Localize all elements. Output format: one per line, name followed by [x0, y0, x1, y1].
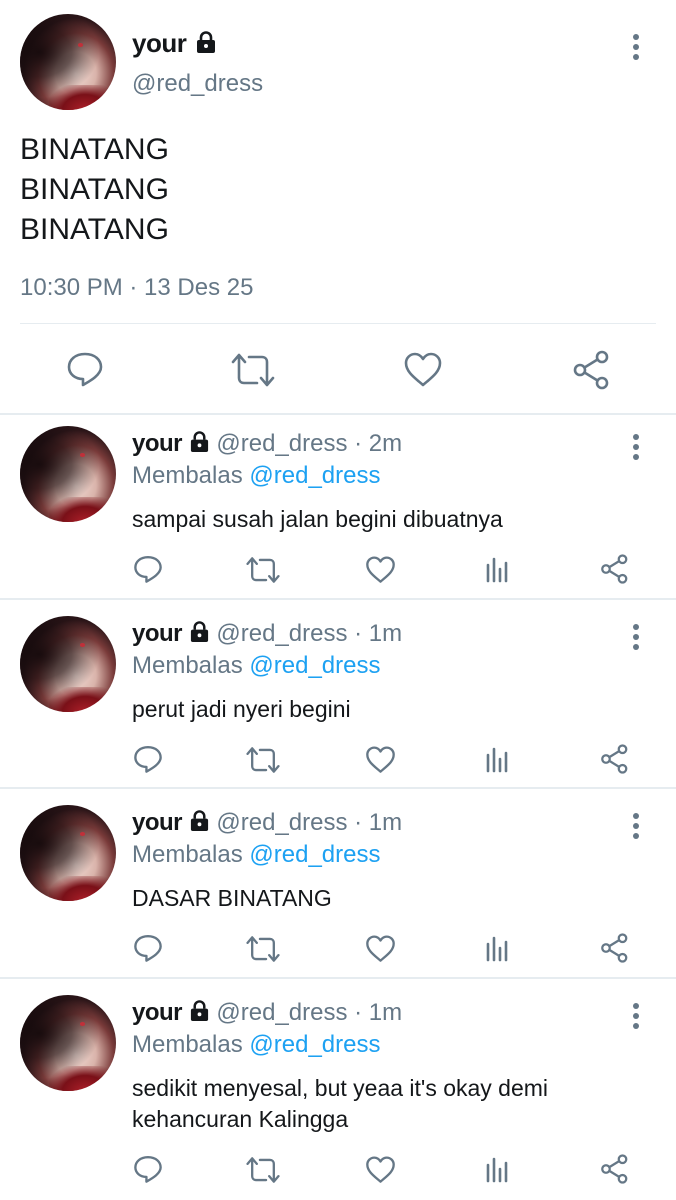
share-icon[interactable] [600, 554, 630, 584]
replying-label: Membalas [132, 841, 243, 868]
reply-text: sedikit menyesal, but yeaa it's okay dem… [132, 1075, 549, 1132]
tweet-body: BINATANG BINATANG BINATANG [20, 130, 169, 250]
divider [20, 323, 656, 324]
replying-to: Membalas @red_dress [132, 1031, 380, 1059]
retweet-icon[interactable] [246, 935, 280, 963]
mention-link[interactable]: @red_dress [249, 652, 380, 679]
display-name-text: your [132, 430, 183, 457]
display-name-text: your [132, 28, 187, 58]
reply-icon[interactable] [133, 554, 163, 584]
display-name-text: your [132, 620, 183, 647]
more-options-icon[interactable] [626, 811, 646, 841]
tweet-timestamp[interactable]: 10:30 PM · 13 Des 25 [20, 274, 253, 302]
divider [0, 413, 676, 415]
tweet-line: BINATANG [20, 173, 169, 206]
mention-link[interactable]: @red_dress [249, 1031, 380, 1058]
lock-icon [189, 1000, 210, 1022]
analytics-icon[interactable] [484, 555, 512, 583]
analytics-icon[interactable] [484, 1155, 512, 1183]
more-options-icon[interactable] [626, 622, 646, 652]
avatar[interactable] [20, 426, 116, 522]
separator: · [347, 999, 369, 1026]
like-icon[interactable] [365, 935, 396, 963]
like-icon[interactable] [365, 1156, 396, 1184]
avatar[interactable] [20, 805, 116, 901]
reply-text: DASAR BINATANG [132, 885, 332, 911]
mention-link[interactable]: @red_dress [249, 462, 380, 489]
more-options-icon[interactable] [626, 1001, 646, 1031]
handle: @red_dress [216, 430, 348, 457]
reply-tweet[interactable]: your @red_dress · 2m Membalas @red_dress… [0, 416, 676, 604]
display-name-text: your [132, 809, 183, 836]
lock-icon [189, 431, 210, 453]
separator: · [347, 809, 369, 836]
share-icon[interactable] [572, 350, 612, 390]
reply-text: sampai susah jalan begini dibuatnya [132, 506, 503, 532]
replying-to: Membalas @red_dress [132, 652, 380, 680]
like-icon[interactable] [365, 556, 396, 584]
handle[interactable]: @red_dress [132, 70, 263, 98]
reply-header[interactable]: your @red_dress · 2m [132, 430, 402, 458]
reply-time: 1m [368, 999, 403, 1026]
share-icon[interactable] [600, 1154, 630, 1184]
reply-tweet[interactable]: your @red_dress · 1m Membalas @red_dress… [0, 795, 676, 983]
reply-time: 2m [368, 430, 403, 457]
replying-to: Membalas @red_dress [132, 841, 380, 869]
analytics-icon[interactable] [484, 745, 512, 773]
separator: · [347, 620, 369, 647]
reply-time: 1m [368, 809, 403, 836]
handle: @red_dress [216, 999, 348, 1026]
reply-icon[interactable] [66, 350, 104, 388]
reply-icon[interactable] [133, 744, 163, 774]
lock-icon [189, 621, 210, 643]
more-options-icon[interactable] [626, 432, 646, 462]
handle: @red_dress [216, 809, 348, 836]
like-icon[interactable] [365, 746, 396, 774]
analytics-icon[interactable] [484, 934, 512, 962]
reply-header[interactable]: your @red_dress · 1m [132, 999, 402, 1027]
more-options-icon[interactable] [626, 32, 646, 62]
like-icon[interactable] [403, 352, 443, 388]
retweet-icon[interactable] [246, 556, 280, 584]
tweet-line: BINATANG [20, 213, 169, 246]
display-name-text: your [132, 999, 183, 1026]
avatar[interactable] [20, 995, 116, 1091]
replying-label: Membalas [132, 462, 243, 489]
reply-tweet[interactable]: your @red_dress · 1m Membalas @red_dress… [0, 985, 676, 1200]
reply-tweet[interactable]: your @red_dress · 1m Membalas @red_dress… [0, 606, 676, 794]
reply-header[interactable]: your @red_dress · 1m [132, 809, 402, 837]
share-icon[interactable] [600, 933, 630, 963]
avatar[interactable] [20, 14, 116, 110]
tweet-line: BINATANG [20, 133, 169, 166]
share-icon[interactable] [600, 744, 630, 774]
retweet-icon[interactable] [246, 746, 280, 774]
reply-time: 1m [368, 620, 403, 647]
reply-text: perut jadi nyeri begini [132, 696, 351, 722]
separator: · [347, 430, 369, 457]
retweet-icon[interactable] [231, 352, 275, 388]
mention-link[interactable]: @red_dress [249, 841, 380, 868]
avatar[interactable] [20, 616, 116, 712]
replying-label: Membalas [132, 652, 243, 679]
handle: @red_dress [216, 620, 348, 647]
lock-icon [195, 31, 217, 54]
divider [0, 598, 676, 600]
lock-icon [189, 810, 210, 832]
replying-label: Membalas [132, 1031, 243, 1058]
divider [0, 977, 676, 979]
reply-icon[interactable] [133, 933, 163, 963]
retweet-icon[interactable] [246, 1156, 280, 1184]
reply-header[interactable]: your @red_dress · 1m [132, 620, 402, 648]
divider [0, 787, 676, 789]
reply-icon[interactable] [133, 1154, 163, 1184]
display-name[interactable]: your [132, 28, 217, 59]
replying-to: Membalas @red_dress [132, 462, 380, 490]
